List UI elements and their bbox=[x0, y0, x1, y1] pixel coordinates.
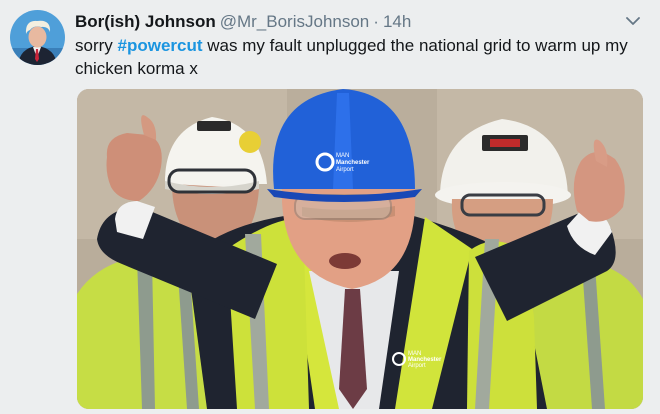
vest-logo-line3: Airport bbox=[408, 363, 426, 369]
display-name[interactable]: Bor(ish) Johnson bbox=[75, 12, 216, 31]
tweet-card[interactable]: Bor(ish) Johnson @Mr_BorisJohnson · 14h sor… bbox=[0, 0, 660, 414]
separator-dot: · bbox=[373, 12, 379, 31]
user-handle[interactable]: @Mr_BorisJohnson bbox=[220, 12, 370, 31]
hashtag-link[interactable]: #powercut bbox=[118, 36, 203, 55]
tweet-menu-button[interactable] bbox=[622, 14, 644, 30]
tweet-text-start: sorry bbox=[75, 36, 118, 55]
helmet-logo-line2: Manchester bbox=[336, 160, 370, 166]
helmet-logo-line3: Airport bbox=[336, 167, 354, 173]
tweet-text: sorry #powercut was my fault unplugged t… bbox=[75, 34, 645, 80]
avatar-image bbox=[10, 10, 65, 65]
chevron-down-icon bbox=[626, 17, 640, 25]
tweet-photo[interactable]: MAN Manchester Airport MAN Manchester Ai… bbox=[77, 89, 643, 409]
tweet-header: Bor(ish) Johnson @Mr_BorisJohnson · 14h bbox=[75, 11, 610, 33]
photo-scene: MAN Manchester Airport MAN Manchester Ai… bbox=[77, 89, 643, 409]
timestamp[interactable]: 14h bbox=[383, 12, 411, 31]
helmet-logo-line1: MAN bbox=[336, 153, 349, 159]
avatar[interactable] bbox=[10, 10, 65, 65]
